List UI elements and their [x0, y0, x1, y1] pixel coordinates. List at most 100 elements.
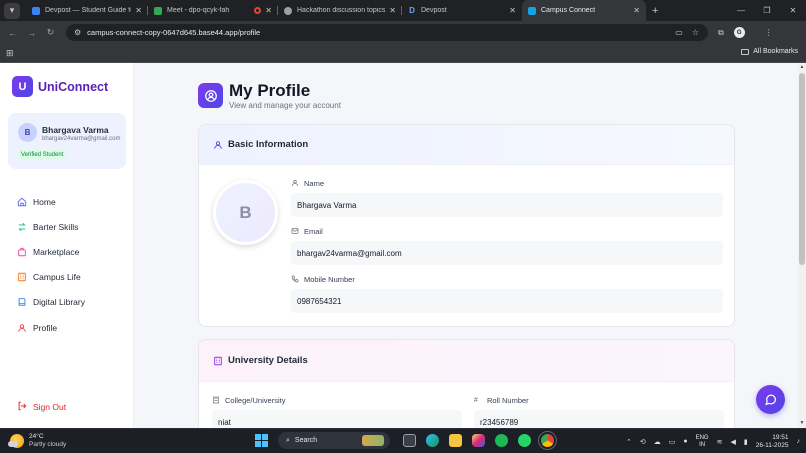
wifi-icon[interactable]: ≋: [717, 438, 723, 446]
close-tab-icon[interactable]: ✕: [509, 6, 516, 15]
close-tab-icon[interactable]: ✕: [135, 6, 142, 15]
email-field: Email bhargav24varma@gmail.com: [291, 225, 723, 265]
close-tab-icon[interactable]: ✕: [633, 6, 640, 15]
building-icon: [17, 272, 27, 282]
name-value[interactable]: Bhargava Varma: [291, 193, 723, 217]
all-bookmarks-button[interactable]: All Bookmarks: [741, 48, 798, 55]
onedrive-icon[interactable]: ☁: [654, 438, 661, 446]
brand-name: UniConnect: [38, 79, 109, 94]
battery-charging-icon[interactable]: ▮: [744, 438, 748, 446]
tab-devpost-guide[interactable]: Devpost — Student Guide for F ✕: [26, 0, 148, 21]
globe-favicon-icon: [284, 6, 292, 15]
new-tab-button[interactable]: +: [652, 5, 658, 17]
task-view-icon[interactable]: [403, 434, 416, 447]
browser-toolbar: ← → ↻ ⚙ campus-connect-copy-0647d645.bas…: [0, 21, 806, 44]
hash-icon: #: [474, 396, 478, 404]
mail-icon: [291, 227, 299, 235]
user-card: B Bhargava Varma bhargav24varma@gmail.co…: [8, 113, 126, 169]
close-tab-icon[interactable]: ✕: [265, 6, 272, 15]
campus-connect-favicon-icon: [528, 6, 536, 15]
email-label: Email: [304, 226, 323, 236]
tab-meet[interactable]: Meet - dpo-qcyk-fah ✕: [148, 0, 278, 21]
url-text: campus-connect-copy-0647d645.base44.app/…: [87, 28, 261, 37]
restore-icon[interactable]: ❐: [754, 6, 780, 15]
chevron-up-icon[interactable]: ⌃: [626, 438, 632, 446]
windows-start-icon[interactable]: [255, 434, 268, 447]
roll-number-field: # Roll Number r23456789: [474, 394, 724, 428]
page-subtitle: View and manage your account: [229, 101, 341, 110]
close-tab-icon[interactable]: ✕: [389, 6, 396, 15]
user-name: Bhargava Varma: [42, 125, 109, 135]
clock[interactable]: 19:51 26-11-2025: [756, 434, 789, 450]
main-content: My Profile View and manage your account …: [134, 63, 798, 428]
file-explorer-icon[interactable]: [449, 434, 462, 447]
name-field: Name Bhargava Varma: [291, 177, 723, 217]
email-value[interactable]: bhargav24varma@gmail.com: [291, 241, 723, 265]
chrome-icon[interactable]: [538, 431, 557, 450]
battery-icon[interactable]: ▭: [669, 438, 676, 446]
edge-icon[interactable]: [426, 434, 439, 447]
sidebar-item-barter-skills[interactable]: Barter Skills: [0, 214, 134, 239]
address-bar[interactable]: ⚙ campus-connect-copy-0647d645.base44.ap…: [66, 24, 708, 41]
site-info-icon[interactable]: ⚙: [74, 28, 81, 37]
taskbar-search[interactable]: ⌕ Search: [278, 432, 390, 449]
brand[interactable]: U UniConnect: [12, 76, 108, 97]
tab-devpost[interactable]: D Devpost ✕: [402, 0, 522, 21]
page-scrollbar[interactable]: ▲ ▼: [798, 63, 806, 428]
sidebar-item-marketplace[interactable]: Marketplace: [0, 239, 134, 264]
mobile-value[interactable]: 0987654321: [291, 289, 723, 313]
apps-grid-icon[interactable]: ⊞: [6, 48, 14, 59]
reload-icon[interactable]: ↻: [41, 27, 60, 38]
profile-avatar-icon[interactable]: G: [733, 27, 745, 38]
sidebar-item-home[interactable]: Home: [0, 189, 134, 214]
college-label: College/University: [225, 395, 286, 405]
whatsapp-icon[interactable]: [518, 434, 531, 447]
instagram-icon[interactable]: [472, 434, 485, 447]
tab-hackathon-topics[interactable]: Hackathon discussion topics ✕: [278, 0, 402, 21]
volume-icon[interactable]: ◀: [730, 438, 735, 446]
sync-icon[interactable]: ⟲: [640, 438, 646, 446]
back-icon[interactable]: ←: [3, 28, 22, 38]
sidebar-item-campus-life[interactable]: Campus Life: [0, 265, 134, 290]
basic-information-card: Basic Information B Name Bhargava Varma: [198, 124, 735, 327]
notification-bell-icon[interactable]: ♪: [797, 438, 801, 445]
microphone-icon[interactable]: ●: [683, 438, 687, 445]
system-tray: ⌃ ⟲ ☁ ▭ ● ENG IN ≋ ◀ ▮ 19:51 26-11-2025 …: [626, 429, 806, 453]
meet-favicon-icon: [154, 6, 162, 15]
menu-kebab-icon[interactable]: ⋮: [765, 28, 773, 37]
install-app-icon[interactable]: ▭: [675, 28, 683, 37]
bookmark-star-icon[interactable]: ☆: [692, 28, 699, 37]
weather-widget[interactable]: 24°C Partly cloudy: [8, 433, 66, 449]
devpost-favicon-icon: [32, 6, 40, 15]
bookmarks-bar: ⊞ All Bookmarks: [0, 44, 806, 63]
tab-strip: ▾ Devpost — Student Guide for F ✕ Meet -…: [0, 0, 806, 21]
tab-campus-connect[interactable]: Campus Connect ✕: [522, 0, 646, 21]
mobile-field: Mobile Number 0987654321: [291, 273, 723, 313]
roll-number-value[interactable]: r23456789: [474, 410, 724, 428]
forward-icon[interactable]: →: [22, 28, 41, 38]
phone-icon: [291, 275, 299, 283]
tab-search-icon[interactable]: ▾: [4, 2, 20, 19]
scroll-thumb[interactable]: [799, 73, 805, 265]
sign-out-button[interactable]: Sign Out: [17, 401, 66, 413]
minimize-icon[interactable]: —: [728, 6, 754, 15]
college-value[interactable]: niat: [212, 410, 462, 428]
close-window-icon[interactable]: ✕: [780, 6, 806, 15]
language-indicator[interactable]: ENG IN: [696, 435, 709, 449]
sidebar-item-digital-library[interactable]: Digital Library: [0, 290, 134, 315]
building-small-icon: [212, 396, 220, 404]
user-icon: [17, 323, 27, 333]
sidebar-item-profile[interactable]: Profile: [0, 315, 134, 340]
scroll-up-icon[interactable]: ▲: [799, 64, 805, 71]
basic-information-header: Basic Information: [199, 125, 734, 165]
status-badge: Verified Student: [18, 150, 67, 160]
chat-button[interactable]: [756, 385, 785, 414]
taskbar: 24°C Partly cloudy ⌕ Search ⌃ ⟲ ☁ ▭ ● EN…: [0, 428, 806, 453]
building-icon: [213, 356, 223, 366]
extensions-icon[interactable]: ⧉: [718, 28, 724, 38]
recording-indicator-icon: [254, 7, 262, 14]
page-title: My Profile: [229, 81, 311, 100]
scroll-down-icon[interactable]: ▼: [799, 420, 805, 427]
home-icon: [17, 197, 27, 207]
spotify-icon[interactable]: [495, 434, 508, 447]
